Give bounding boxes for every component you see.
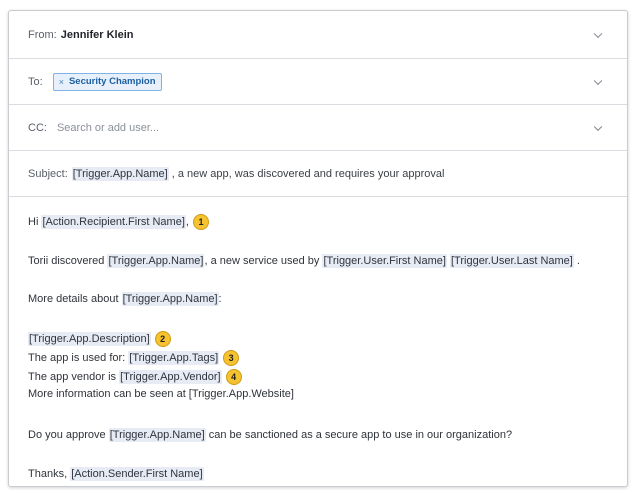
body-line-details: More details about [Trigger.App.Name]: (28, 292, 222, 306)
subject-field[interactable]: Subject: [Trigger.App.Name] , a new app,… (9, 151, 627, 197)
to-field[interactable]: To: × Security Champion (9, 59, 627, 105)
body-line-greeting: Hi [Action.Recipient.First Name], 1 (28, 214, 209, 230)
body-line-approve: Do you approve [Trigger.App.Name] can be… (28, 428, 513, 442)
token-app-name: [Trigger.App.Name] (108, 428, 206, 442)
token-user-last-name: [Trigger.User.Last Name] (449, 254, 574, 268)
from-field[interactable]: From: Jennifer Klein (9, 11, 627, 59)
from-label: From: (28, 28, 57, 41)
token-app-tags: [Trigger.App.Tags] (128, 350, 220, 365)
token-recipient-first-name: [Action.Recipient.First Name] (41, 214, 186, 229)
chevron-down-icon[interactable] (593, 122, 603, 131)
to-label: To: (28, 75, 43, 88)
token-app-name: [Trigger.App.Name] (121, 292, 219, 306)
token-app-name: [Trigger.App.Name] (71, 166, 169, 181)
annotation-badge-2: 2 (154, 331, 171, 347)
recipient-chip[interactable]: × Security Champion (52, 72, 162, 91)
token-app-name: [Trigger.App.Name] (107, 254, 205, 268)
token-user-first-name: [Trigger.User.First Name] (322, 254, 447, 268)
email-composer: From: Jennifer Klein To: × Security Cham… (8, 10, 628, 487)
cc-label: CC: (28, 121, 47, 134)
subject-label: Subject: (28, 167, 68, 180)
email-body-editor[interactable]: Hi [Action.Recipient.First Name], 1 Torii… (9, 198, 627, 486)
cc-search-input[interactable]: Search or add user... (57, 122, 159, 134)
body-line-description: [Trigger.App.Description] 2 (28, 331, 171, 347)
token-sender-first-name: [Action.Sender.First Name] (70, 467, 204, 481)
cc-field[interactable]: CC: Search or add user... (9, 105, 627, 151)
token-app-description: [Trigger.App.Description] (28, 331, 151, 346)
body-line-vendor: The app vendor is [Trigger.App.Vendor] 4 (28, 369, 242, 385)
annotation-badge-3: 3 (223, 350, 240, 366)
subject-text[interactable]: [Trigger.App.Name] , a new app, was disc… (71, 166, 445, 181)
body-line-website: More information can be seen at [Trigger… (28, 388, 294, 400)
subject-rest: , a new app, was discovered and requires… (168, 167, 445, 180)
token-app-vendor: [Trigger.App.Vendor] (119, 369, 222, 384)
body-line-thanks: Thanks, [Action.Sender.First Name] (28, 467, 204, 481)
chevron-down-icon[interactable] (593, 76, 603, 85)
chevron-down-icon[interactable] (593, 29, 603, 38)
body-line-discovered: Torii discovered [Trigger.App.Name], a n… (28, 254, 580, 268)
body-line-tags: The app is used for: [Trigger.App.Tags] 3 (28, 350, 240, 366)
recipient-chip-label: Security Champion (68, 76, 156, 87)
close-icon[interactable]: × (59, 77, 64, 87)
annotation-badge-4: 4 (225, 369, 242, 385)
from-value: Jennifer Klein (60, 28, 134, 41)
annotation-badge-1: 1 (192, 214, 209, 230)
